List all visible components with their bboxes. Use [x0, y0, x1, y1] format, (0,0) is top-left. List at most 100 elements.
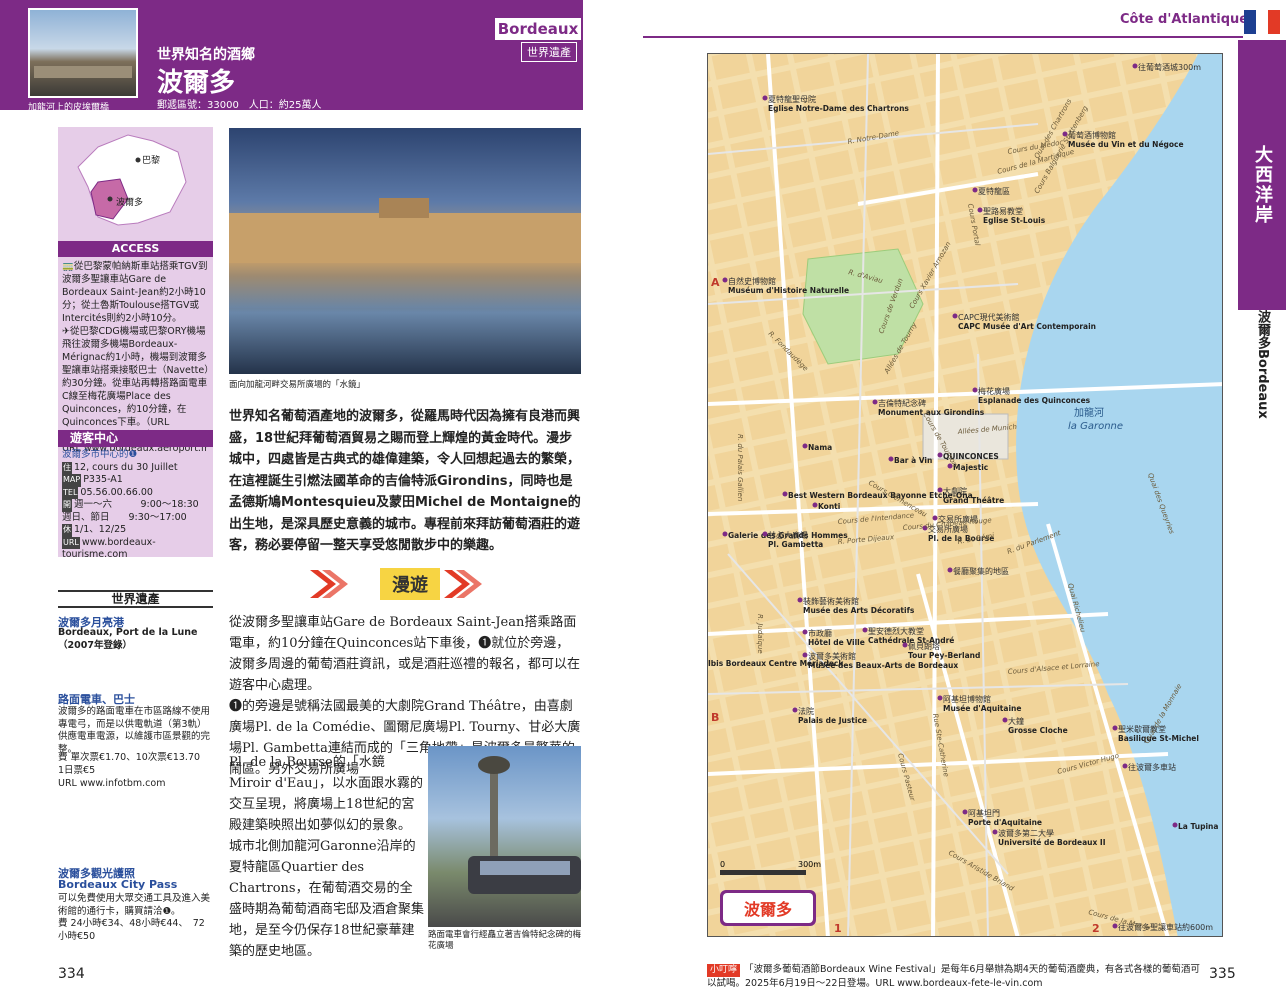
map-poi-marker — [1122, 763, 1128, 769]
map-poi-label-zh: 市政廳 — [808, 628, 832, 638]
map-poi-marker — [802, 652, 808, 658]
info-line-text: P335-A1 — [83, 474, 123, 485]
map-poi-label-zh: 裝飾藝術美術館 — [803, 596, 859, 606]
map-poi-label-fr: Konti — [818, 502, 840, 511]
france-locator-map: 巴黎 波爾多 — [77, 134, 187, 226]
map-poi-marker — [902, 642, 908, 648]
citypass-fares: 費 24小時€34、48小時€44、 72小時€50 — [58, 918, 205, 942]
map-poi-label-zh: 吉倫特紀念碑 — [878, 398, 926, 408]
map-poi-label-zh: CAPC現代美術館 — [958, 312, 1019, 322]
map-poi-label-fr: Ibis Bordeaux Centre Mériadeck — [708, 659, 844, 668]
map-poi[interactable]: Bar à Vin — [888, 456, 933, 465]
map-poi-marker — [932, 515, 938, 521]
map-poi-label-fr: Musée d'Aquitaine — [943, 704, 1021, 713]
map-poi-marker — [972, 387, 978, 393]
page-number-left: 334 — [58, 966, 85, 982]
map-poi-marker — [977, 207, 983, 213]
map-poi[interactable]: Best Western Bordeaux Bayonne Etche-Ona — [782, 491, 973, 500]
map-poi-marker — [1112, 923, 1118, 929]
map-poi-marker — [952, 313, 958, 319]
city-map-canvas: 往葡萄酒城300m 夏特龍聖母院Eglise Notre-Dame des Cha… — [708, 54, 1222, 936]
scale-start-label: 0 — [720, 860, 725, 869]
map-street-label: R. du Palais Gallien — [736, 434, 744, 501]
map-poi-label-zh: 法院 — [798, 706, 814, 716]
info-line-text: 05.56.00.66.00 — [80, 486, 153, 498]
grid-number-1: 1 — [834, 922, 842, 935]
map-poi[interactable]: 往波爾多車站 — [1122, 762, 1177, 772]
map-poi-label-fr: Eglise Notre-Dame des Chartrons — [768, 104, 909, 113]
walk-banner: 漫遊 — [310, 568, 482, 600]
map-poi-label-fr: Musée du Vin et du Négoce — [1068, 140, 1184, 149]
map-poi-label-fr: Nama — [808, 443, 832, 452]
tourist-info-line: TEL 05.56.00.66.00 — [62, 486, 210, 499]
info-label-badge: 休 — [62, 524, 72, 537]
map-street-label: R. Judaïque — [756, 614, 764, 654]
map-poi-marker — [782, 491, 788, 497]
map-poi-marker — [937, 695, 943, 701]
map-poi-marker — [872, 399, 878, 405]
city-title: 波爾多 — [157, 68, 236, 98]
map-poi-marker — [992, 829, 998, 835]
map-poi-label-zh: 夏特龍聖母院 — [768, 94, 816, 104]
tram-fares: 費 單次票€1.70、10次票€13.70 1日票€5 — [58, 752, 220, 776]
header-thumbnail-photo — [28, 8, 138, 98]
walk-body-2: Pl. de la Bourse的「水鏡Miroir d'Eau」，以水面跟水霧… — [229, 755, 425, 959]
map-poi[interactable]: La Tupina — [1172, 822, 1219, 831]
map-poi[interactable]: 餐廳聚集的地區 — [947, 566, 1010, 576]
map-poi-label-fr: Basilique St-Michel — [1118, 734, 1199, 743]
map-poi-label-fr: Université de Bordeaux II — [998, 838, 1106, 847]
map-poi-label-fr: Grosse Cloche — [1008, 726, 1068, 735]
map-poi-label-fr: La Tupina — [1178, 822, 1218, 831]
heritage-badge: 世界遺產 — [521, 42, 577, 62]
map-poi-label-zh: 餐廳聚集的地區 — [953, 566, 1009, 576]
map-label-bordeaux: 波爾多 — [116, 196, 143, 208]
map-poi-label-zh: 阿基坦門 — [968, 808, 1000, 818]
map-poi-label-fr: Tour Pey-Berland — [908, 651, 980, 660]
city-subtitle: 世界知名的酒鄉 — [157, 47, 255, 63]
tourist-info-line: 開週一～六 9:00～18:30 — [62, 499, 210, 512]
map-poi-label-zh: 梅花廣場 — [978, 386, 1010, 396]
map-poi-label-fr: Eglise St-Louis — [983, 216, 1046, 225]
map-poi[interactable]: Ibis Bordeaux Centre Mériadeck — [708, 659, 844, 668]
map-poi-label-zh: 阿基坦博物館 — [943, 694, 991, 704]
city-meta: 郵遞區號：33000 人口：約25萬人 — [157, 100, 322, 111]
map-poi-marker — [722, 277, 728, 283]
info-label-badge: 住 — [62, 461, 72, 474]
map-poi-label-fr: Musée des Arts Décoratifs — [803, 606, 915, 615]
map-poi-marker — [812, 502, 818, 508]
city-badge-label: 波爾多 — [744, 900, 792, 919]
grid-number-2: 2 — [1092, 922, 1100, 935]
map-poi-marker — [972, 187, 978, 193]
intro-text: 世界知名葡萄酒產地的波爾多，從羅馬時代因為擁有良港而興盛，18世紀拜葡萄酒貿易之… — [229, 409, 581, 553]
map-poi-marker — [1112, 725, 1118, 731]
tram-url: URL www.infotbm.com — [58, 778, 166, 789]
map-poi-label-zh: 往葡萄酒城300m — [1138, 62, 1201, 72]
map-poi-marker — [947, 567, 953, 573]
info-label-badge: URL — [62, 536, 80, 549]
water-mirror-photo — [229, 128, 581, 374]
map-poi[interactable]: 夏特龍區 — [972, 186, 1011, 196]
map-poi-marker — [1172, 822, 1178, 828]
tourist-info-line: MAP P335-A1 — [62, 474, 210, 487]
info-label-badge: 開 — [62, 499, 72, 512]
city-badge: 波爾多 — [720, 890, 816, 926]
city-header: 加龍河上的皮埃爾橋 Bordeaux 世界知名的酒鄉 世界遺產 波爾多 郵遞區號… — [0, 0, 583, 113]
map-poi-label-zh: 波爾多第二大學 — [998, 828, 1054, 838]
map-label-paris: 巴黎 — [142, 154, 160, 166]
scale-end-label: 300m — [798, 860, 821, 869]
photo1-caption: 面向加龍河畔交易所廣場的「水鏡」 — [229, 380, 366, 390]
map-poi-marker — [762, 531, 768, 537]
city-map[interactable]: 往葡萄酒城300m 夏特龍聖母院 Eglise Notre-Dame des Cha… — [707, 53, 1223, 937]
map-poi-marker — [888, 456, 894, 462]
tip-box: 小叮嚀 「波爾多葡萄酒節Bordeaux Wine Festival」是每年6月舉… — [707, 963, 1207, 990]
access-title: ACCESS — [58, 241, 213, 257]
map-poi-label-fr: Palais de Justice — [798, 716, 867, 725]
map-poi-marker — [862, 627, 868, 633]
world-heritage-name-fr: Bordeaux, Port de la Lune — [58, 627, 198, 638]
map-poi[interactable]: 往葡萄酒城300m — [1132, 62, 1202, 72]
info-line-text: 週日、節日 9:30～17:00 — [62, 511, 187, 523]
region-header-title: Côte d'Atlantique — [1120, 12, 1249, 27]
map-poi-marker — [797, 597, 803, 603]
map-poi-label-zh: 聖安德烈大教堂 — [868, 626, 924, 636]
photo2-caption: 路面電車會行經矗立著吉倫特紀念碑的梅花廣場 — [428, 930, 582, 951]
